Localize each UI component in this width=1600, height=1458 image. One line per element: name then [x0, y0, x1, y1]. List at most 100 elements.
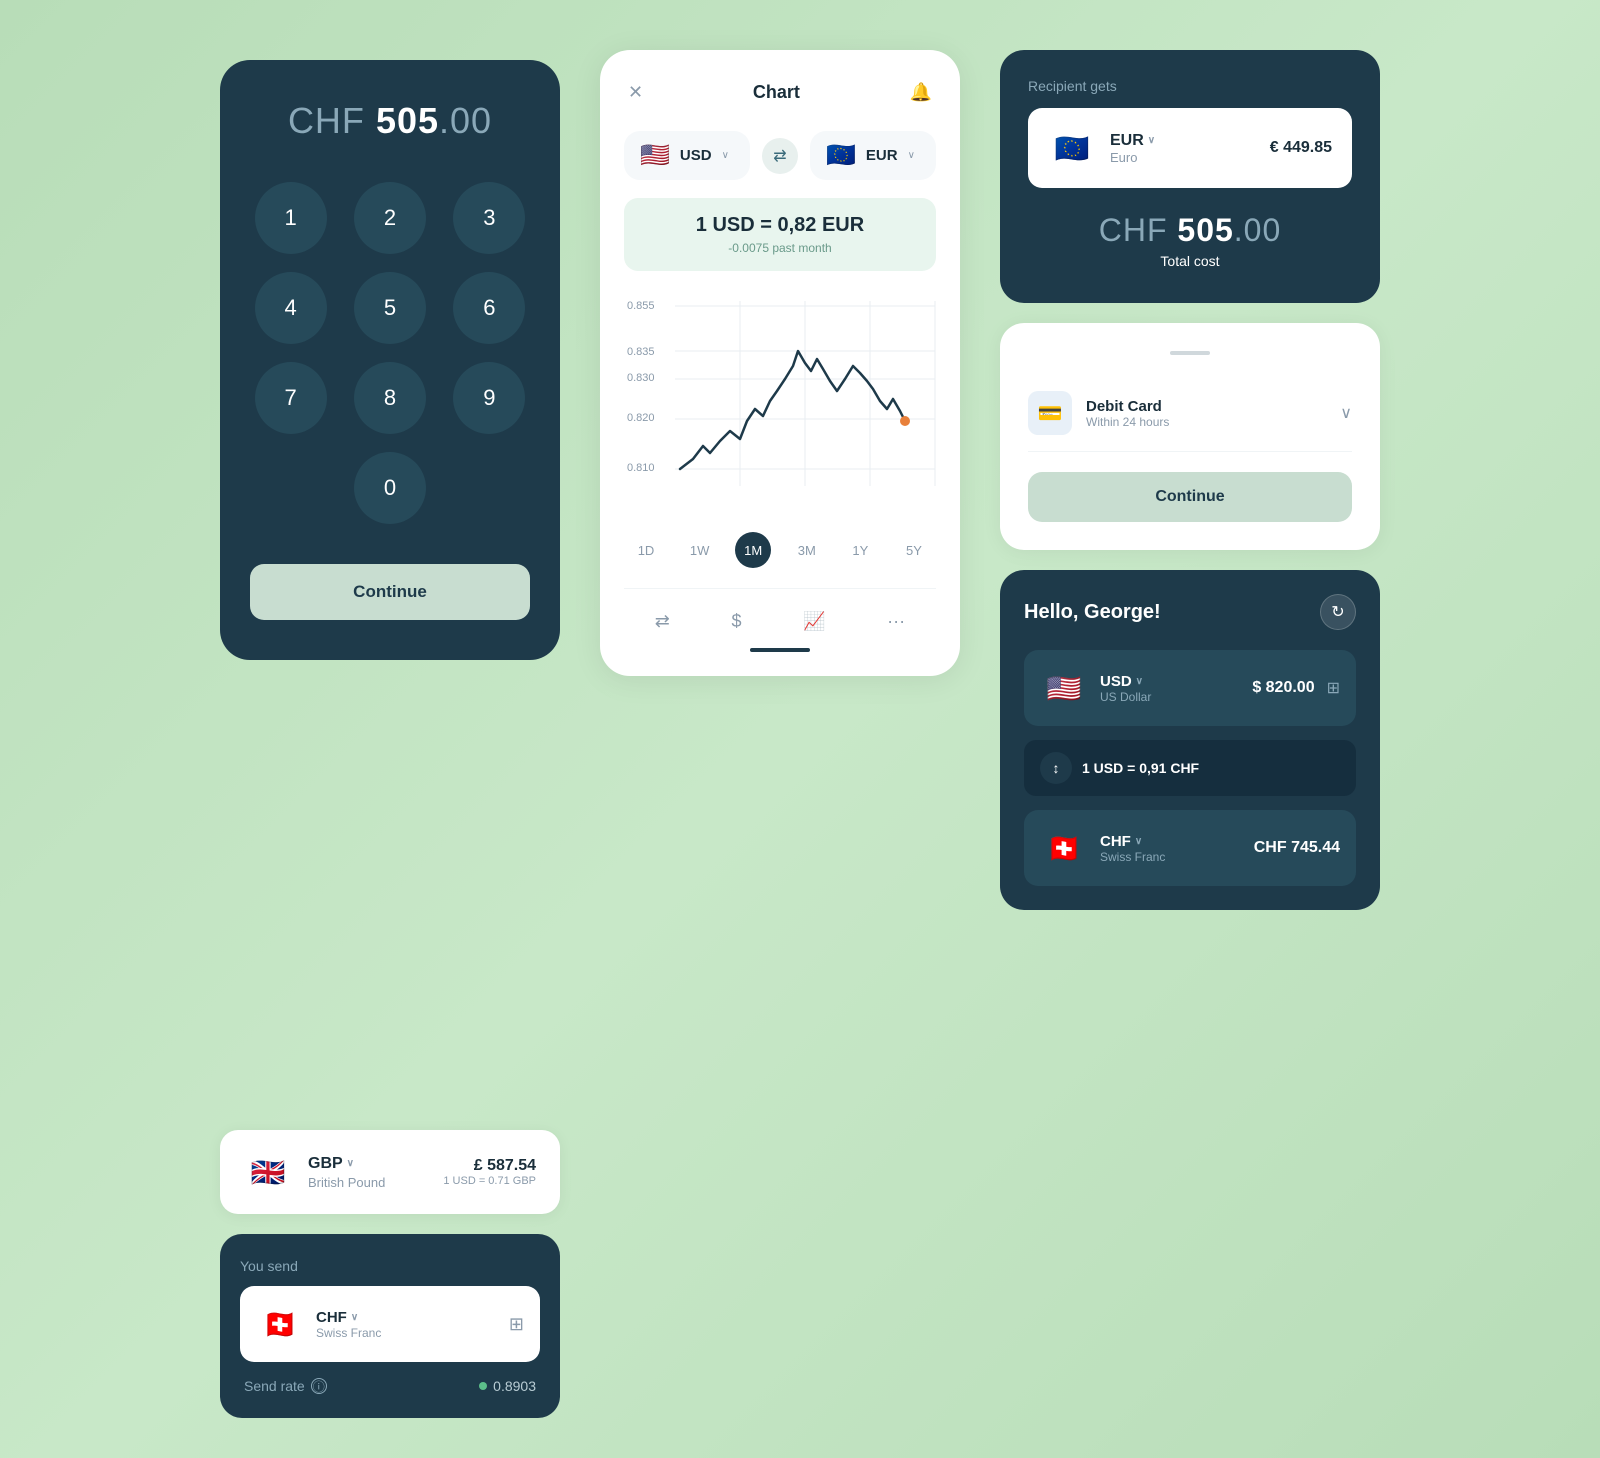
time-1d-button[interactable]: 1D: [628, 532, 664, 568]
send-rate-label: Send rate ⓘ: [244, 1378, 327, 1394]
debit-card-name: Debit Card: [1086, 398, 1326, 415]
recipient-amount: € 449.85: [1270, 139, 1332, 157]
usd-chevron-icon: ∨: [1136, 676, 1143, 687]
payment-continue-button[interactable]: Continue: [1028, 472, 1352, 522]
chf-send-sub: Swiss Franc: [316, 1326, 381, 1340]
gbp-flag: 🇬🇧: [244, 1148, 292, 1196]
numpad-key-9[interactable]: 9: [453, 362, 525, 434]
rate-sub-text: -0.0075 past month: [640, 241, 920, 255]
numpad-key-4[interactable]: 4: [255, 272, 327, 344]
numpad-continue-button[interactable]: Continue: [250, 564, 530, 620]
left-bottom-panels: 🇬🇧 GBP ∨ British Pound £ 587.54 1 USD = …: [220, 1130, 560, 1418]
currency-selector-row: 🇺🇸 USD ∨ ⇄ 🇪🇺 EUR ∨: [624, 131, 936, 180]
usd-hello-name[interactable]: USD ∨: [1100, 673, 1240, 690]
time-1w-button[interactable]: 1W: [682, 532, 718, 568]
eur-recipient-chevron-icon: ∨: [1148, 135, 1155, 146]
debit-card-icon: 💳: [1028, 391, 1072, 435]
numpad-key-2[interactable]: 2: [354, 182, 426, 254]
send-panel: You send 🇨🇭 CHF ∨ Swiss Franc ⊞ Send ra: [220, 1234, 560, 1418]
gbp-info: GBP ∨ British Pound: [308, 1155, 427, 1190]
usd-flag-icon: 🇺🇸: [640, 141, 670, 170]
usd-selector[interactable]: 🇺🇸 USD ∨: [624, 131, 750, 180]
gbp-amount: £ 587.54: [443, 1157, 536, 1175]
recipient-panel: Recipient gets 🇪🇺 EUR ∨ Euro € 449.85 CH…: [1000, 50, 1380, 303]
numpad-key-7[interactable]: 7: [255, 362, 327, 434]
debit-card-info: Debit Card Within 24 hours: [1086, 398, 1326, 429]
chf-send-info: CHF ∨ Swiss Franc: [316, 1309, 381, 1340]
numpad-amount-display: CHF 505.00: [288, 100, 492, 142]
chf-hello-sub: Swiss Franc: [1100, 850, 1242, 864]
send-currency-row[interactable]: 🇨🇭 CHF ∨ Swiss Franc ⊞: [240, 1286, 540, 1362]
chf-hello-amount: CHF 745.44: [1254, 839, 1340, 857]
chf-send-flag: 🇨🇭: [256, 1300, 304, 1348]
recipient-currency-card: 🇪🇺 EUR ∨ Euro € 449.85: [1028, 108, 1352, 188]
rate-dot-icon: [479, 1382, 487, 1390]
gbp-rate: 1 USD = 0.71 GBP: [443, 1175, 536, 1187]
exchange-rate-row: ↕ 1 USD = 0,91 CHF: [1024, 740, 1356, 796]
right-panels: Recipient gets 🇪🇺 EUR ∨ Euro € 449.85 CH…: [1000, 50, 1380, 910]
chf-send-name: CHF ∨: [316, 1309, 381, 1326]
total-decimal: .00: [1234, 212, 1281, 248]
time-3m-button[interactable]: 3M: [789, 532, 825, 568]
exchange-rate-text: 1 USD = 0,91 CHF: [1082, 760, 1199, 776]
usd-dropdown-icon: ∨: [722, 150, 729, 161]
usd-hello-flag: 🇺🇸: [1040, 664, 1088, 712]
chf-hello-card: 🇨🇭 CHF ∨ Swiss Franc CHF 745.44: [1024, 810, 1356, 886]
time-selector: 1D 1W 1M 3M 1Y 5Y: [624, 532, 936, 568]
debit-card-sub: Within 24 hours: [1086, 415, 1326, 429]
usd-calc-icon: ⊞: [1327, 678, 1340, 698]
gbp-currency-card: 🇬🇧 GBP ∨ British Pound £ 587.54 1 USD = …: [220, 1130, 560, 1214]
send-rate-value: 0.8903: [479, 1378, 536, 1394]
chart-bell-button[interactable]: 🔔: [906, 78, 936, 107]
refresh-button[interactable]: ↻: [1320, 594, 1356, 630]
hello-header: Hello, George! ↻: [1024, 594, 1356, 630]
swap-currencies-button[interactable]: ⇄: [762, 138, 798, 174]
eur-recipient-sub: Euro: [1110, 150, 1256, 165]
chart-graph-container: 0.855 0.835 0.830 0.820 0.810: [624, 291, 936, 516]
hello-title: Hello, George!: [1024, 601, 1161, 624]
time-5y-button[interactable]: 5Y: [896, 532, 932, 568]
usd-hello-card: 🇺🇸 USD ∨ US Dollar $ 820.00 ⊞: [1024, 650, 1356, 726]
numpad-amount-main: 505: [376, 100, 439, 141]
chart-line: [680, 351, 905, 469]
numpad-key-3[interactable]: 3: [453, 182, 525, 254]
eur-selector[interactable]: 🇪🇺 EUR ∨: [810, 131, 936, 180]
exchange-arrows-button[interactable]: ↕: [1040, 752, 1072, 784]
chart-nav-more-button[interactable]: ···: [879, 603, 913, 640]
numpad-key-6[interactable]: 6: [453, 272, 525, 344]
numpad-key-0[interactable]: 0: [354, 452, 426, 524]
payment-card: 💳 Debit Card Within 24 hours ∨ Continue: [1000, 323, 1380, 550]
chart-nav-transfer-button[interactable]: ⇄: [647, 603, 678, 640]
numpad-key-5[interactable]: 5: [354, 272, 426, 344]
chart-nav-dollar-button[interactable]: $: [724, 603, 750, 640]
usd-selector-name: USD: [680, 147, 712, 164]
chf-hello-chevron-icon: ∨: [1135, 836, 1142, 847]
chart-end-dot: [900, 416, 910, 426]
time-1m-button[interactable]: 1M: [735, 532, 771, 568]
chart-bottom-nav: ⇄ $ 📈 ···: [624, 588, 936, 640]
hello-panel: Hello, George! ↻ 🇺🇸 USD ∨ US Dollar $ 82…: [1000, 570, 1380, 910]
chf-hello-name[interactable]: CHF ∨: [1100, 833, 1242, 850]
recipient-label: Recipient gets: [1028, 78, 1352, 94]
total-label: Total cost: [1028, 253, 1352, 269]
chart-title: Chart: [647, 82, 905, 103]
eur-recipient-name[interactable]: EUR ∨: [1110, 132, 1256, 150]
chart-close-button[interactable]: ✕: [624, 78, 647, 107]
eur-selector-name: EUR: [866, 147, 898, 164]
eur-flag-icon: 🇪🇺: [826, 141, 856, 170]
gbp-amount-col: £ 587.54 1 USD = 0.71 GBP: [443, 1157, 536, 1187]
numpad-amount-prefix: CHF: [288, 100, 376, 141]
y-label-5: 0.810: [627, 462, 655, 474]
total-amount-display: CHF 505.00: [1028, 212, 1352, 249]
total-cost-area: CHF 505.00 Total cost: [1028, 212, 1352, 269]
numpad-key-8[interactable]: 8: [354, 362, 426, 434]
numpad-panel: CHF 505.00 1 2 3 4 5 6 7 8 9 0 Continue: [220, 60, 560, 660]
gbp-name[interactable]: GBP ∨: [308, 1155, 427, 1173]
payment-method-row[interactable]: 💳 Debit Card Within 24 hours ∨: [1028, 375, 1352, 452]
time-1y-button[interactable]: 1Y: [842, 532, 878, 568]
numpad-key-1[interactable]: 1: [255, 182, 327, 254]
chart-nav-trend-button[interactable]: 📈: [795, 603, 833, 640]
y-label-2: 0.835: [627, 346, 655, 358]
chart-panel: ✕ Chart 🔔 🇺🇸 USD ∨ ⇄ 🇪🇺 EUR ∨ 1 USD = 0,…: [600, 50, 960, 676]
y-label-4: 0.820: [627, 412, 655, 424]
